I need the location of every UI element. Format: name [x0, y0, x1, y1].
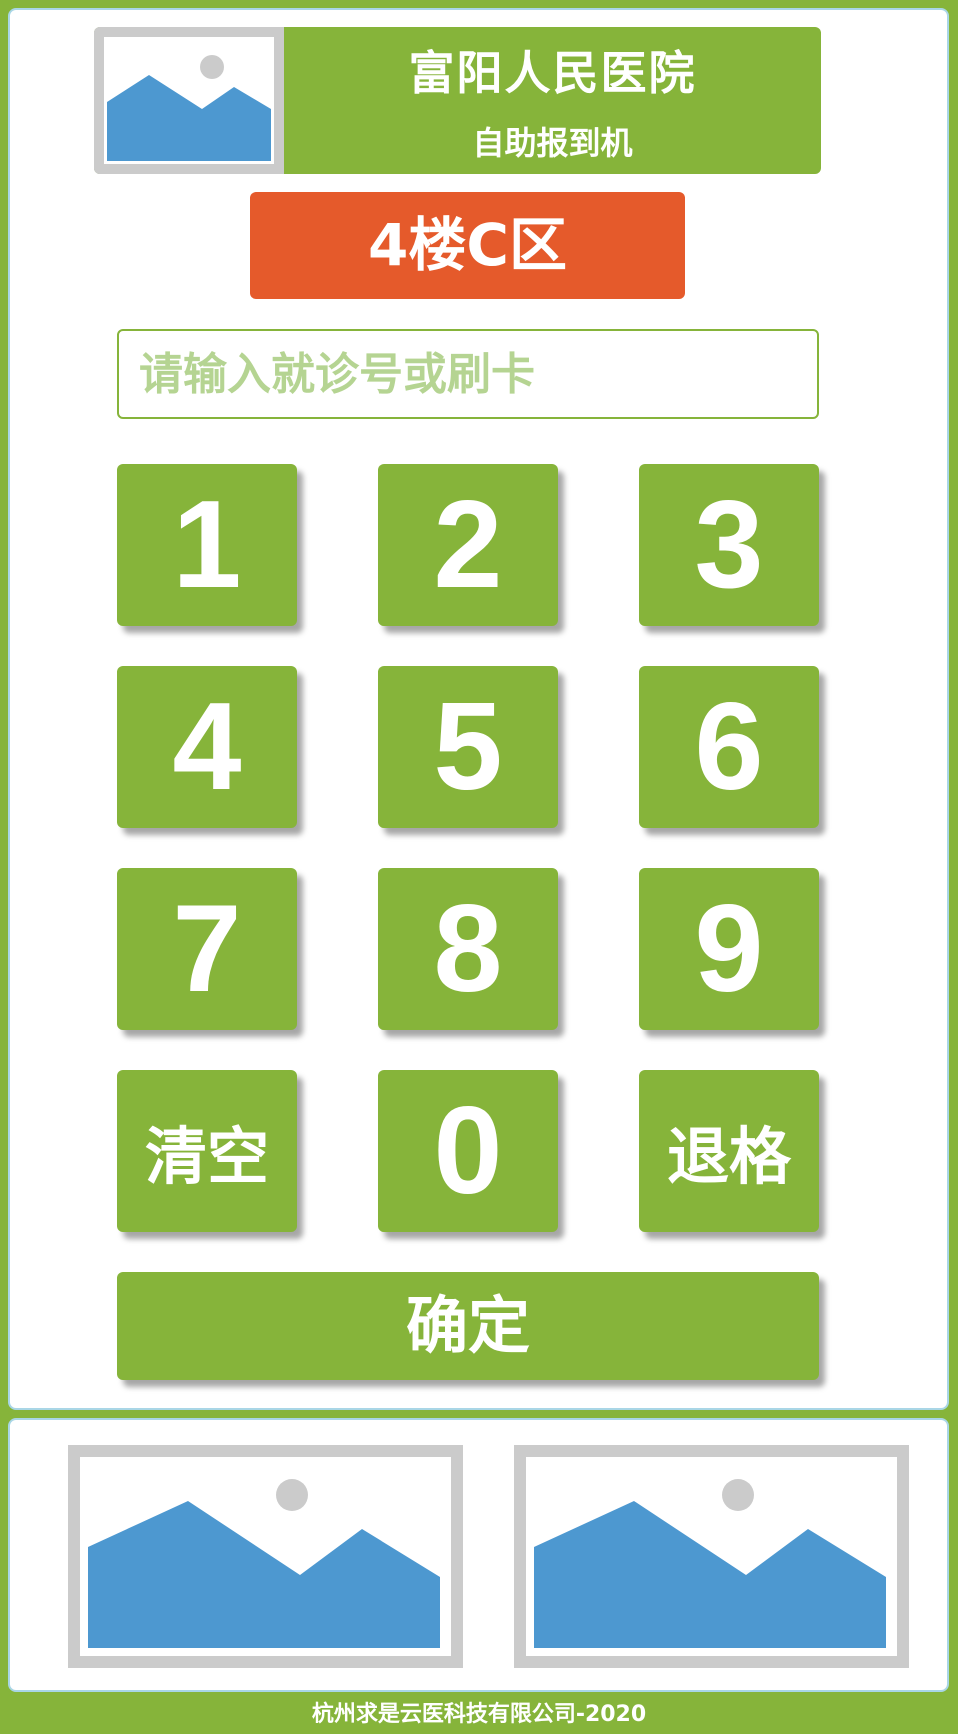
backspace-button[interactable]: 退格 — [639, 1070, 819, 1232]
clear-button[interactable]: 清空 — [117, 1070, 297, 1232]
key-1-button[interactable]: 1 — [117, 464, 297, 626]
ad-panel — [8, 1418, 949, 1692]
ad-image-left — [68, 1445, 463, 1668]
image-placeholder-icon — [94, 27, 284, 174]
main-panel: 富阳人民医院 自助报到机 4楼C区 1 2 3 4 5 6 7 8 9 清空 0… — [8, 8, 949, 1410]
visit-number-input[interactable] — [117, 329, 819, 419]
key-4-button[interactable]: 4 — [117, 666, 297, 828]
key-8-button[interactable]: 8 — [378, 868, 558, 1030]
ad-image-right — [514, 1445, 909, 1668]
confirm-button[interactable]: 确定 — [117, 1272, 819, 1380]
key-0-button[interactable]: 0 — [378, 1070, 558, 1232]
hospital-logo — [94, 27, 284, 174]
location-badge: 4楼C区 — [250, 192, 685, 299]
key-6-button[interactable]: 6 — [639, 666, 819, 828]
key-2-button[interactable]: 2 — [378, 464, 558, 626]
key-9-button[interactable]: 9 — [639, 868, 819, 1030]
header-banner: 富阳人民医院 自助报到机 — [94, 27, 821, 174]
hospital-name: 富阳人民医院 — [408, 46, 697, 100]
key-5-button[interactable]: 5 — [378, 666, 558, 828]
key-7-button[interactable]: 7 — [117, 868, 297, 1030]
footer-copyright: 杭州求是云医科技有限公司-2020 — [311, 1702, 647, 1727]
key-3-button[interactable]: 3 — [639, 464, 819, 626]
image-placeholder-icon — [514, 1445, 909, 1668]
image-placeholder-icon — [68, 1445, 463, 1668]
device-name: 自助报到机 — [472, 124, 633, 162]
